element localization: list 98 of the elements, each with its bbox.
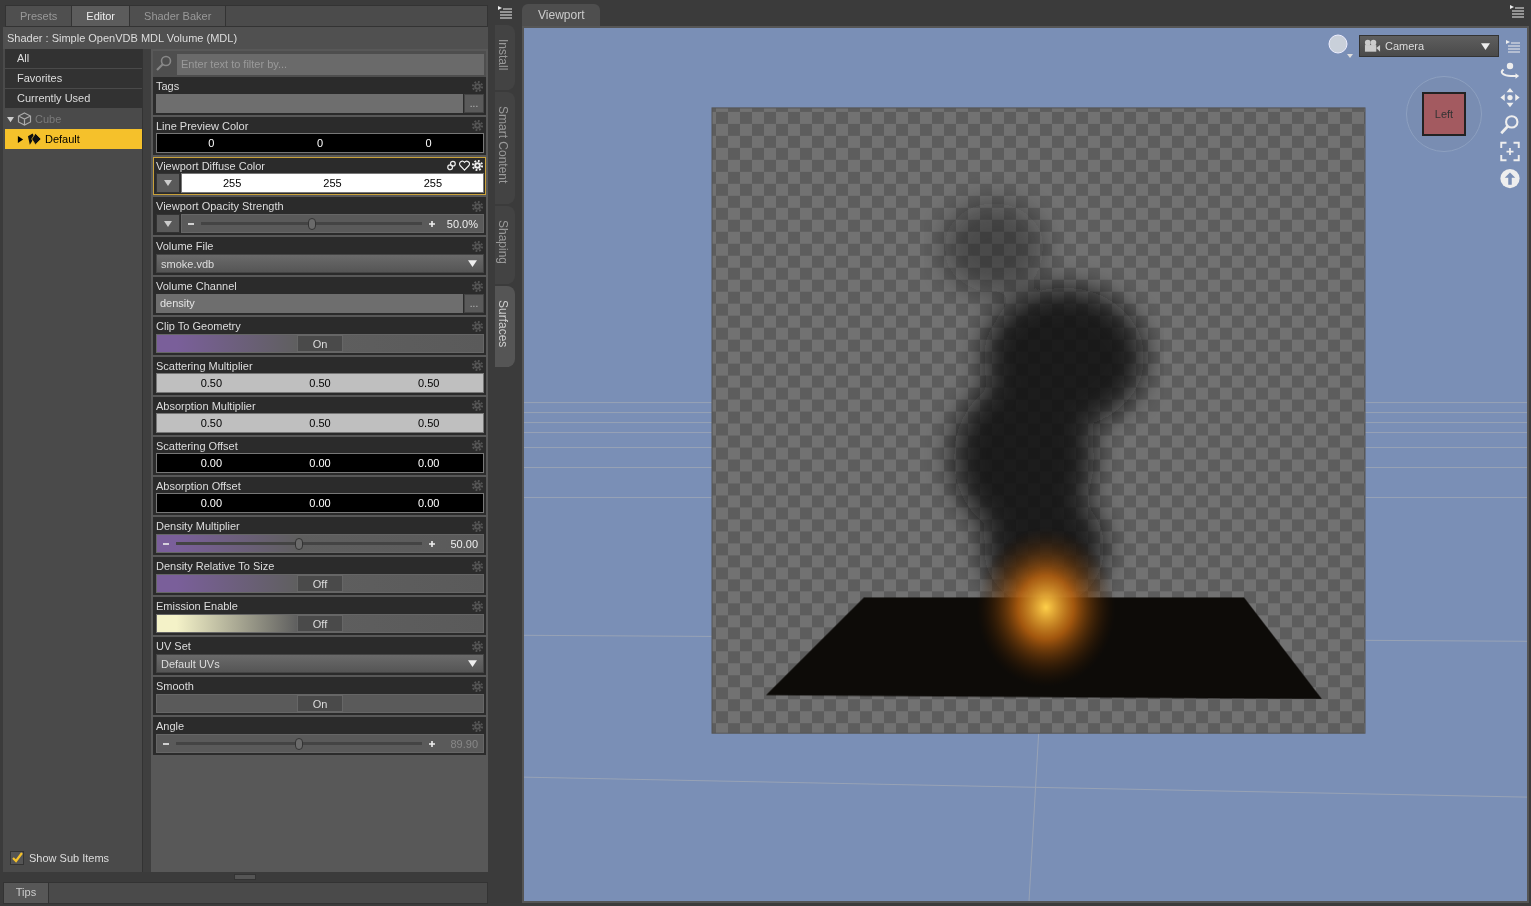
side-tab[interactable]: Install	[495, 25, 515, 91]
move-icon[interactable]	[1499, 87, 1521, 108]
toggle-field[interactable]: On	[156, 334, 484, 353]
slider-value: 50.00	[449, 537, 478, 550]
toggle-button[interactable]: On	[297, 695, 343, 712]
property-label: Density Multiplier	[156, 520, 240, 532]
zoom-icon[interactable]	[1499, 114, 1521, 135]
heart-icon[interactable]	[459, 160, 470, 171]
property-label: Clip To Geometry	[156, 320, 241, 332]
slider-thumb[interactable]	[307, 217, 316, 230]
property-label: Viewport Diffuse Color	[156, 159, 266, 172]
menu-icon[interactable]	[1509, 4, 1525, 18]
color-field[interactable]: 0.50 0.50 0.50	[156, 413, 484, 433]
property-label: Emission Enable	[156, 600, 238, 612]
channel-value: 255	[222, 176, 243, 191]
category-item[interactable]: Favorites	[5, 69, 142, 88]
toggle-button[interactable]: On	[297, 335, 343, 352]
browse-button[interactable]: ...	[464, 294, 484, 313]
plus-icon[interactable]	[428, 539, 436, 548]
channel-value: 0.00	[416, 496, 441, 511]
toggle-field[interactable]: Off	[156, 574, 484, 593]
channel-value: 0.50	[308, 416, 332, 431]
orbit-icon[interactable]	[1499, 60, 1521, 81]
slider-field[interactable]: 50.00	[156, 534, 484, 553]
toggle-button[interactable]: Off	[297, 575, 343, 592]
channel-value: 0.50	[416, 376, 441, 391]
expand-button[interactable]	[156, 214, 180, 233]
side-tab[interactable]: Surfaces	[495, 285, 515, 368]
property-label: Density Relative To Size	[156, 560, 275, 572]
color-field[interactable]: 255 255 255	[181, 173, 484, 193]
channel-value: 0.50	[199, 376, 224, 391]
dropdown[interactable]: Default UVs	[156, 654, 484, 673]
property-label: Viewport Opacity Strength	[156, 200, 284, 212]
text-field[interactable]: density	[156, 294, 463, 313]
side-tab[interactable]: Shaping	[495, 205, 515, 284]
slider-value: 50.0%	[445, 217, 478, 230]
camera-dropdown[interactable]: Camera	[1359, 35, 1499, 57]
channel-value: 0.50	[199, 416, 224, 431]
checkbox[interactable]	[10, 851, 24, 865]
property-label: Volume Channel	[156, 280, 237, 292]
toggle-button[interactable]: Off	[297, 615, 343, 632]
color-field[interactable]: 0.50 0.50 0.50	[156, 373, 484, 393]
property-label: Volume File	[156, 240, 214, 252]
caret-icon	[164, 219, 172, 228]
channel-value: 0.00	[416, 456, 441, 471]
channel-value: 0	[315, 136, 325, 151]
side-tab[interactable]: Smart Content	[495, 92, 515, 204]
checkbox-label: Show Sub Items	[29, 852, 110, 864]
category-item[interactable]: Currently Used	[5, 89, 142, 108]
dropdown-caret-icon	[468, 259, 477, 268]
slider-field[interactable]: 50.0%	[181, 214, 484, 233]
viewport-tab[interactable]: Viewport	[522, 4, 601, 26]
material-icon	[27, 132, 42, 146]
property-label: Scattering Multiplier	[156, 359, 253, 372]
expand-button[interactable]	[156, 173, 180, 193]
property-label: Angle	[156, 720, 185, 732]
dropdown-caret-icon	[1481, 41, 1490, 51]
channel-value: 0.00	[199, 456, 224, 471]
caret-icon	[164, 179, 172, 187]
camera-icon	[1364, 39, 1381, 53]
property-label: UV Set	[156, 640, 191, 652]
tips-tab[interactable]: Tips	[4, 883, 49, 903]
property-label: Scattering Offset	[156, 439, 238, 452]
channel-value: 0.50	[308, 376, 332, 391]
render-mode-icon[interactable]	[1327, 33, 1353, 59]
channel-value: 255	[422, 176, 443, 191]
property-label: Absorption Offset	[156, 479, 241, 492]
channel-value: 0.50	[416, 416, 441, 431]
property-label: Line Preview Color	[156, 119, 249, 132]
channel-value: 0	[207, 136, 216, 151]
channel-value: 0.00	[199, 496, 224, 511]
panel-tab[interactable]: Editor	[72, 6, 131, 26]
link-icon[interactable]	[446, 160, 457, 171]
resize-handle[interactable]	[234, 874, 256, 880]
property-label: Tags	[156, 80, 180, 92]
cube-icon	[17, 112, 32, 126]
channel-value: 0.00	[308, 456, 332, 471]
plus-icon[interactable]	[428, 219, 436, 228]
channel-value: 255	[322, 176, 343, 191]
text-field[interactable]	[156, 94, 463, 113]
dropdown[interactable]: smoke.vdb	[156, 254, 484, 273]
color-field[interactable]: 0.00 0.00 0.00	[156, 493, 484, 513]
slider-thumb[interactable]	[295, 537, 303, 550]
browse-button[interactable]: ...	[464, 94, 484, 113]
property-label: Smooth	[156, 680, 194, 692]
color-field[interactable]: 0.00 0.00 0.00	[156, 453, 484, 473]
color-field[interactable]: 0 0 0	[156, 133, 484, 153]
shader-title: Shader : Simple OpenVDB MDL Volume (MDL)	[3, 27, 488, 49]
category-item[interactable]: All	[5, 49, 142, 68]
frame-icon[interactable]	[1499, 141, 1521, 162]
search-icon[interactable]	[155, 55, 173, 73]
property-label: Absorption Multiplier	[156, 399, 256, 412]
channel-value: 0	[424, 136, 433, 151]
toggle-field[interactable]: Off	[156, 614, 484, 633]
dropdown-caret-icon	[468, 659, 477, 668]
channel-value: 0.00	[308, 496, 332, 511]
toggle-field[interactable]: On	[156, 694, 484, 713]
menu-icon[interactable]	[497, 5, 513, 19]
